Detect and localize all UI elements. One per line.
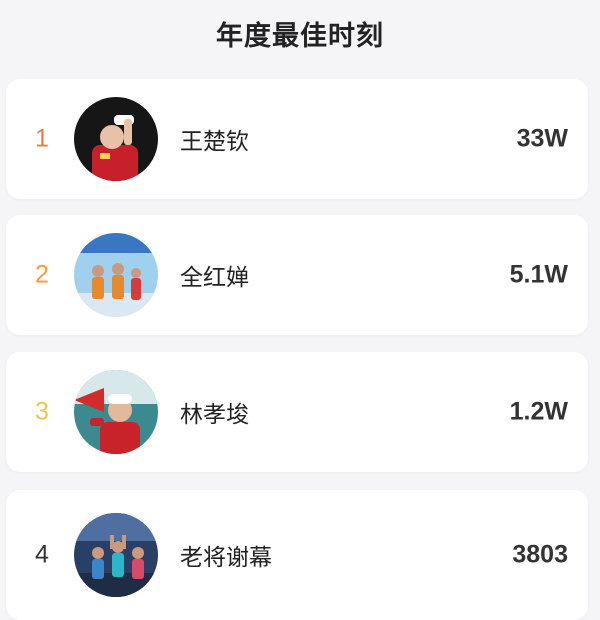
ranking-item[interactable]: 2 全红婵 5.1W — [6, 215, 588, 335]
rank-number: 2 — [35, 260, 49, 289]
ranking-name: 林孝埈 — [180, 402, 249, 428]
rank-number: 1 — [35, 124, 49, 153]
ranking-item[interactable]: 3 林孝埈 1.2W — [6, 352, 588, 472]
heat-count: 1.2W — [509, 397, 568, 426]
avatar — [74, 97, 158, 181]
rank-number: 3 — [35, 397, 49, 426]
ranking-item[interactable]: 1 王楚钦 33W — [6, 79, 588, 199]
avatar — [74, 513, 158, 597]
ranking-name: 全红婵 — [180, 265, 249, 291]
rank-number: 4 — [35, 540, 49, 569]
heat-count: 3803 — [512, 540, 568, 569]
avatar — [74, 370, 158, 454]
heat-count: 5.1W — [509, 260, 568, 289]
avatar — [74, 233, 158, 317]
ranking-name: 老将谢幕 — [180, 545, 272, 571]
page-title: 年度最佳时刻 — [216, 20, 384, 52]
ranking-name: 王楚钦 — [180, 129, 249, 155]
ranking-item[interactable]: 4 老将谢幕 3803 — [6, 490, 588, 620]
header: 年度最佳时刻 — [0, 0, 600, 66]
heat-count: 33W — [516, 124, 568, 153]
